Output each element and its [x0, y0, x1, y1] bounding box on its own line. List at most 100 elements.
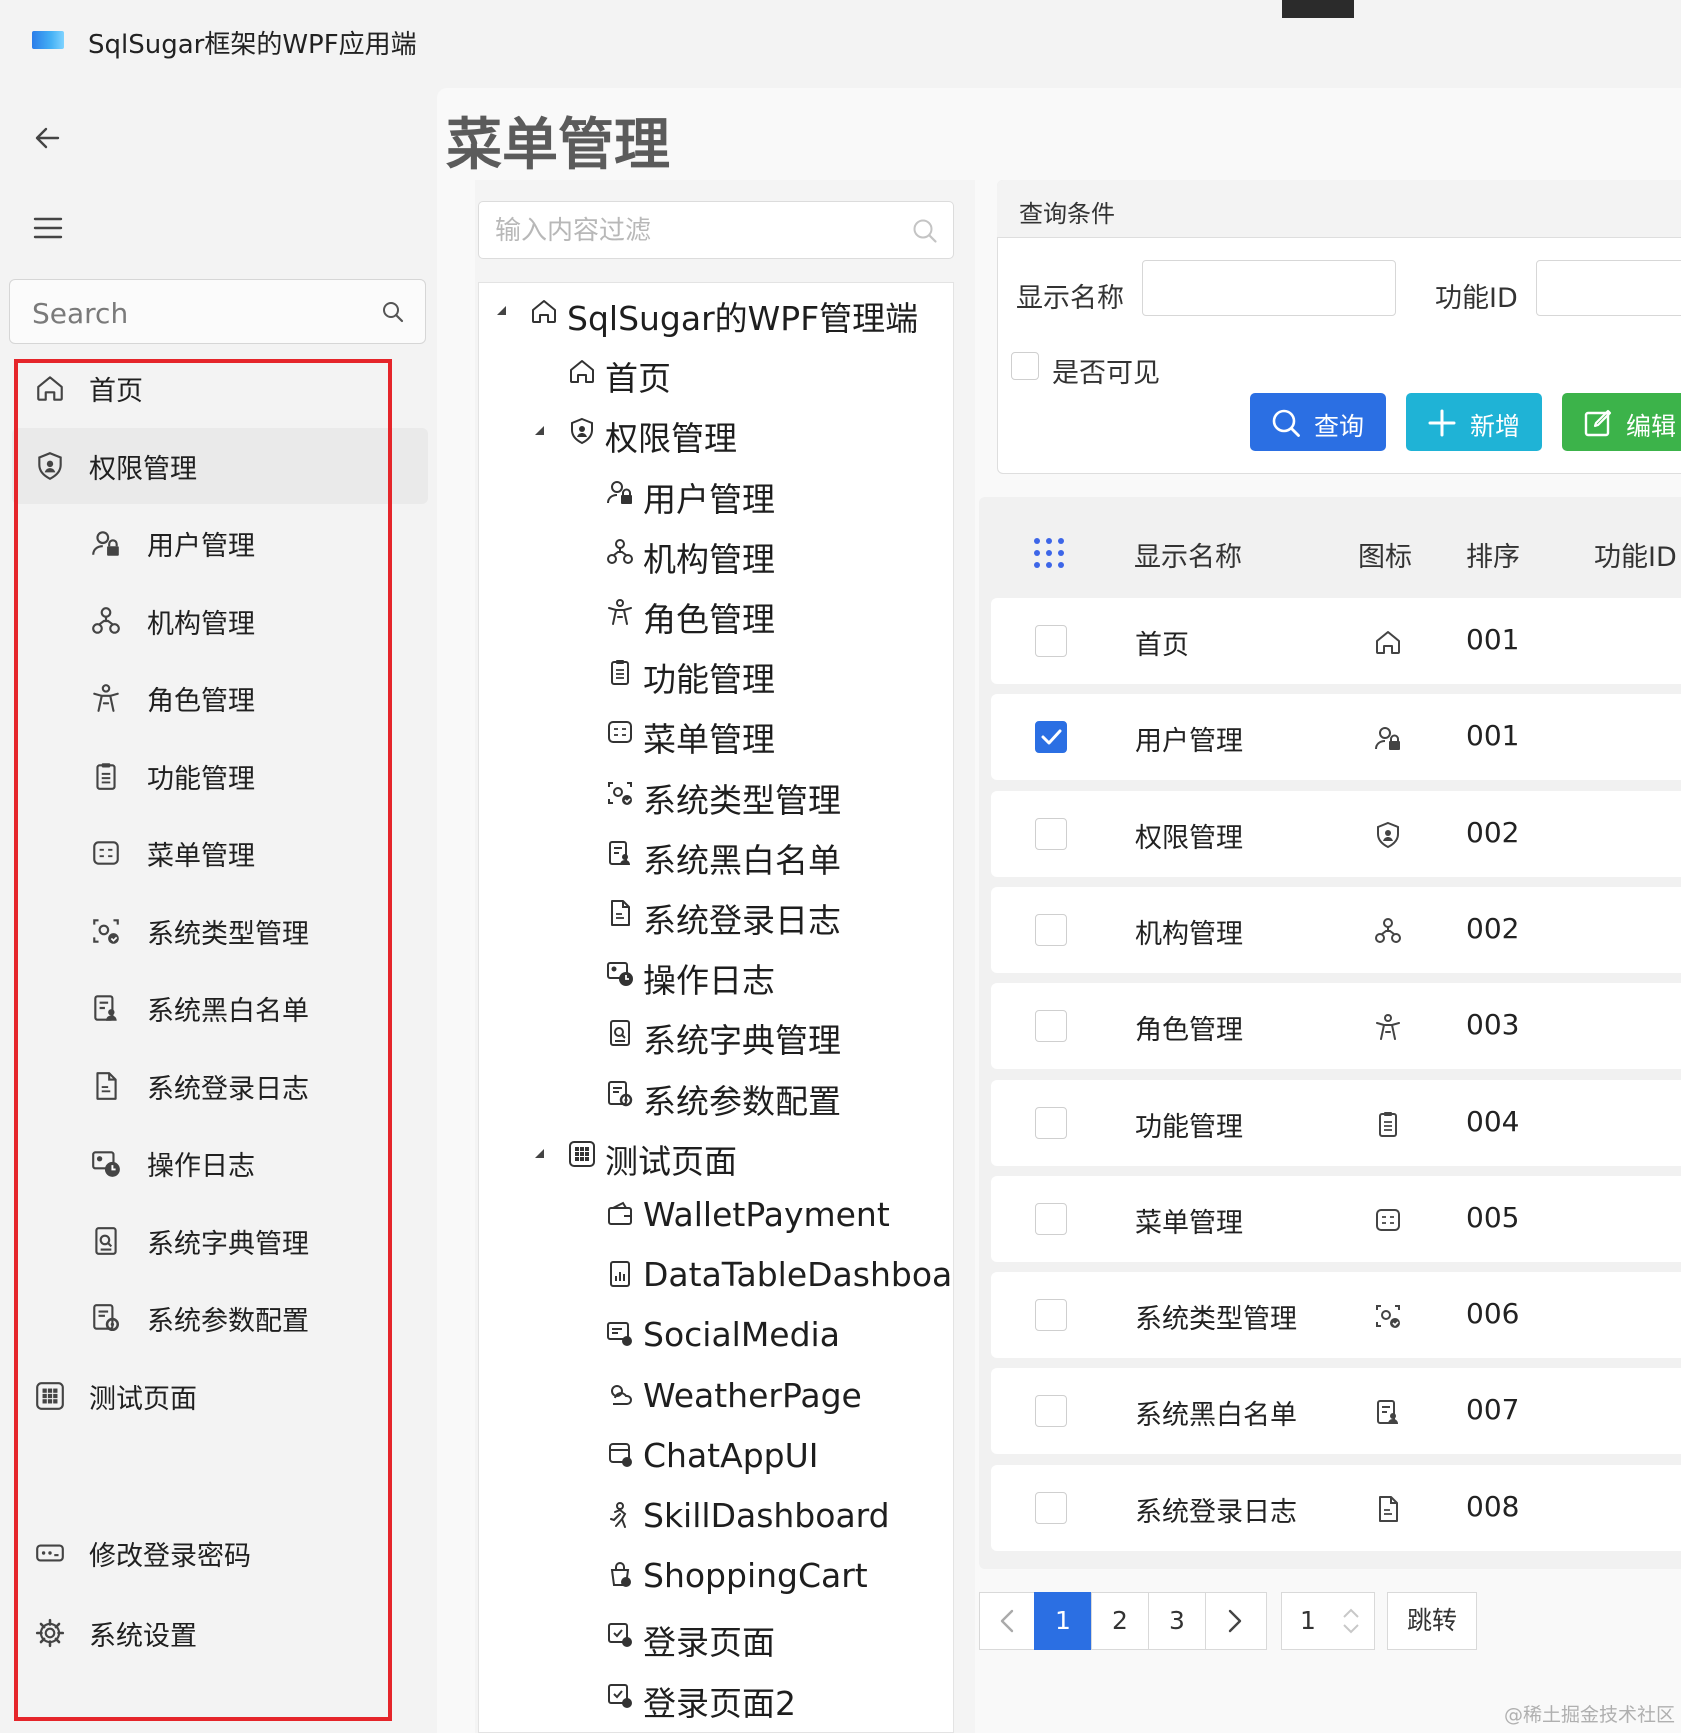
tree-expand-arrow[interactable] [532, 423, 546, 437]
add-button[interactable]: 新增 [1406, 393, 1542, 451]
nav-item-0[interactable]: 首页 [12, 350, 428, 426]
tree-node[interactable]: SqlSugar的WPF管理端 [479, 283, 953, 341]
tree-node[interactable]: WeatherPage [479, 1367, 953, 1425]
row-name: 系统类型管理 [1135, 1304, 1297, 1336]
tree-expand-arrow[interactable] [494, 303, 508, 317]
table-row[interactable]: 菜单管理 005 [991, 1175, 1681, 1262]
search-button[interactable]: 查询 [1250, 393, 1386, 451]
nav-item-13[interactable]: 测试页面 [12, 1358, 428, 1434]
row-checkbox[interactable] [1035, 1395, 1067, 1428]
tree-node[interactable]: ChatAppUI [479, 1427, 953, 1485]
table-row[interactable]: 首页 001 [991, 598, 1681, 684]
table-row[interactable]: 系统登录日志 008 [991, 1464, 1681, 1551]
tree-expand-arrow[interactable] [532, 1146, 546, 1160]
nav-item-9[interactable]: 系统登录日志 [12, 1048, 428, 1124]
back-button[interactable] [28, 118, 68, 158]
row-checkbox[interactable] [1035, 1106, 1067, 1139]
table-row[interactable]: 权限管理 002 [991, 790, 1681, 877]
window-drag-handle[interactable] [1282, 0, 1354, 18]
row-order: 007 [1466, 1393, 1520, 1427]
table-row[interactable]: 系统类型管理 006 [991, 1272, 1681, 1359]
column-header-icon[interactable]: 图标 [1358, 535, 1412, 574]
menu-icon [1376, 1208, 1400, 1231]
display-name-input[interactable] [1142, 260, 1396, 316]
visible-checkbox[interactable] [1011, 352, 1039, 380]
tree-node[interactable]: 系统字典管理 [479, 1005, 953, 1063]
jump-button[interactable]: 跳转 [1387, 1592, 1477, 1650]
nav-search-input[interactable] [30, 292, 364, 334]
tree-node[interactable]: 用户管理 [479, 464, 953, 522]
tree-filter-box[interactable] [478, 201, 954, 259]
tree-node[interactable]: 登录页面 [479, 1607, 953, 1665]
page-number-input[interactable]: 1 [1281, 1592, 1375, 1650]
tree-node[interactable]: 测试页面 [479, 1126, 953, 1184]
page-button-3[interactable]: 3 [1148, 1592, 1206, 1650]
tree-node[interactable]: ShoppingCart [479, 1547, 953, 1605]
nav-footer-item-1[interactable]: 系统设置 [12, 1595, 428, 1671]
row-checkbox[interactable] [1035, 1010, 1067, 1043]
table-row[interactable]: 系统黑白名单 007 [991, 1368, 1681, 1455]
nav-item-icon [90, 682, 122, 714]
tree-node[interactable]: 功能管理 [479, 644, 953, 702]
tree-node[interactable]: SocialMedia [479, 1306, 953, 1364]
row-checkbox[interactable] [1035, 1202, 1067, 1235]
tree-node[interactable]: WalletPayment [479, 1186, 953, 1244]
tree-node[interactable]: 系统黑白名单 [479, 825, 953, 883]
nav-item-4[interactable]: 角色管理 [12, 660, 428, 736]
nav-search-box[interactable] [9, 279, 426, 344]
hamburger-button[interactable] [28, 208, 68, 248]
tree-node-label: SqlSugar的WPF管理端 [567, 299, 919, 338]
next-page-button[interactable] [1205, 1592, 1267, 1650]
page-button-2[interactable]: 2 [1091, 1592, 1149, 1650]
nav-item-10[interactable]: 操作日志 [12, 1125, 428, 1201]
tree-node[interactable]: 菜单管理 [479, 704, 953, 762]
tree-node[interactable]: 系统参数配置 [479, 1066, 953, 1124]
nav-item-6[interactable]: 菜单管理 [12, 815, 428, 891]
table-row[interactable]: 机构管理 002 [991, 886, 1681, 973]
tree-node[interactable]: 首页 [479, 343, 953, 401]
tree-node-icon [605, 1079, 635, 1109]
search-icon[interactable] [381, 300, 405, 324]
nav-item-icon [90, 1225, 122, 1257]
nav-item-7[interactable]: 系统类型管理 [12, 893, 428, 969]
row-checkbox[interactable] [1035, 625, 1067, 657]
row-checkbox[interactable] [1035, 1491, 1067, 1524]
nav-item-2[interactable]: 用户管理 [12, 505, 428, 581]
tree-node[interactable]: 机构管理 [479, 524, 953, 582]
edit-button-label: 编辑 [1626, 412, 1677, 441]
tree-node[interactable]: 操作日志 [479, 945, 953, 1003]
tree-node[interactable]: 登录页面2 [479, 1668, 953, 1726]
nav-item-8[interactable]: 系统黑白名单 [12, 970, 428, 1046]
prev-page-button[interactable] [979, 1592, 1035, 1650]
nav-item-1[interactable]: 权限管理 [12, 427, 428, 504]
column-header-name[interactable]: 显示名称 [1134, 535, 1242, 574]
tree-node[interactable]: 角色管理 [479, 584, 953, 642]
tree-node[interactable]: 系统类型管理 [479, 765, 953, 823]
nav-footer-item-0[interactable]: 修改登录密码 [12, 1515, 428, 1591]
tree-node[interactable]: 系统登录日志 [479, 885, 953, 943]
edit-button[interactable]: 编辑 [1562, 393, 1681, 451]
table-row[interactable]: 功能管理 004 [991, 1079, 1681, 1166]
nav-item-5[interactable]: 功能管理 [12, 738, 428, 814]
tree-node[interactable]: SkillDashboard [479, 1487, 953, 1545]
table-row[interactable]: 用户管理 001 [991, 694, 1681, 781]
function-id-input[interactable] [1536, 260, 1681, 316]
nav-item-12[interactable]: 系统参数配置 [12, 1280, 428, 1356]
nav-item-3[interactable]: 机构管理 [12, 583, 428, 659]
row-checkbox[interactable] [1035, 721, 1067, 754]
column-header-order[interactable]: 排序 [1466, 535, 1520, 574]
tree-node[interactable]: DataTableDashboa [479, 1246, 953, 1304]
nav-item-label: 系统设置 [89, 1621, 197, 1652]
row-checkbox[interactable] [1035, 1299, 1067, 1332]
tree-filter-input[interactable] [493, 212, 897, 250]
nav-item-11[interactable]: 系统字典管理 [12, 1203, 428, 1279]
table-row[interactable]: 角色管理 003 [991, 983, 1681, 1070]
search-icon[interactable] [911, 217, 939, 245]
row-checkbox[interactable] [1035, 817, 1067, 850]
row-checkbox[interactable] [1035, 913, 1067, 946]
spinner-icon[interactable] [1340, 1605, 1362, 1637]
page-button-1[interactable]: 1 [1034, 1592, 1092, 1650]
column-settings-icon[interactable] [1032, 536, 1066, 570]
tree-node[interactable]: 权限管理 [479, 403, 953, 461]
column-header-function-id[interactable]: 功能ID [1594, 535, 1677, 574]
